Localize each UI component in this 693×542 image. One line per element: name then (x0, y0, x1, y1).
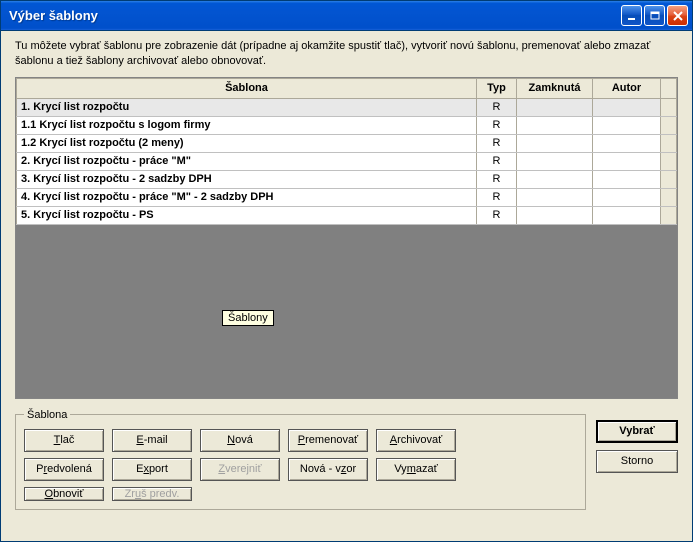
cell-zamknuta (517, 98, 593, 116)
cell-name[interactable]: 5. Krycí list rozpočtu - PS (17, 206, 477, 224)
cell-name[interactable]: 1. Krycí list rozpočtu (17, 98, 477, 116)
table-row[interactable]: 3. Krycí list rozpočtu - 2 sadzby DPHR (17, 170, 677, 188)
close-button[interactable] (667, 5, 688, 26)
window-title: Výber šablony (9, 8, 621, 23)
cell-autor (593, 206, 661, 224)
cell-scrollspace (661, 152, 677, 170)
premenovat-button[interactable]: Premenovať (288, 429, 368, 452)
col-header-zamknuta[interactable]: Zamknutá (517, 78, 593, 98)
description-text: Tu môžete vybrať šablonu pre zobrazenie … (15, 39, 678, 69)
tooltip: Šablony (222, 310, 274, 326)
scrollbar-head (661, 78, 677, 98)
dialog-window: Výber šablony Tu môžete vybrať šablonu p… (0, 0, 693, 542)
template-grid: Šablona Typ Zamknutá Autor 1. Krycí list… (15, 77, 678, 399)
group-legend: Šablona (24, 409, 70, 421)
archivovat-button[interactable]: Archivovať (376, 429, 456, 452)
vybrat-button[interactable]: Vybrať (596, 420, 678, 443)
cell-name[interactable]: 2. Krycí list rozpočtu - práce "M" (17, 152, 477, 170)
cell-scrollspace (661, 206, 677, 224)
cell-typ: R (477, 188, 517, 206)
cell-scrollspace (661, 134, 677, 152)
cell-typ: R (477, 206, 517, 224)
cell-typ: R (477, 152, 517, 170)
zverejnit-button: Zverejniť (200, 458, 280, 481)
cell-autor (593, 116, 661, 134)
cell-autor (593, 134, 661, 152)
col-header-typ[interactable]: Typ (477, 78, 517, 98)
sablona-group: Šablona Tlač E-mail Nová Premenovať Arch… (15, 409, 586, 510)
titlebar: Výber šablony (1, 1, 692, 31)
cell-zamknuta (517, 152, 593, 170)
bottom-area: Šablona Tlač E-mail Nová Premenovať Arch… (15, 409, 678, 510)
table-row[interactable]: 5. Krycí list rozpočtu - PSR (17, 206, 677, 224)
cell-scrollspace (661, 188, 677, 206)
predvolena-button[interactable]: Predvolená (24, 458, 104, 481)
maximize-button[interactable] (644, 5, 665, 26)
email-button[interactable]: E-mail (112, 429, 192, 452)
minimize-button[interactable] (621, 5, 642, 26)
nova-vzor-button[interactable]: Nová - vzor (288, 458, 368, 481)
zrus-predv-button: Zruš predv. (112, 487, 192, 501)
col-header-autor[interactable]: Autor (593, 78, 661, 98)
cell-scrollspace (661, 116, 677, 134)
cell-autor (593, 98, 661, 116)
cell-zamknuta (517, 134, 593, 152)
cell-name[interactable]: 4. Krycí list rozpočtu - práce "M" - 2 s… (17, 188, 477, 206)
cell-typ: R (477, 116, 517, 134)
cell-typ: R (477, 98, 517, 116)
obnovit-button[interactable]: Obnoviť (24, 487, 104, 501)
dialog-action-buttons: Vybrať Storno (596, 409, 678, 473)
storno-button[interactable]: Storno (596, 450, 678, 473)
cell-scrollspace (661, 98, 677, 116)
cell-zamknuta (517, 116, 593, 134)
table-row[interactable]: 4. Krycí list rozpočtu - práce "M" - 2 s… (17, 188, 677, 206)
vymazat-button[interactable]: Vymazať (376, 458, 456, 481)
tlac-button[interactable]: Tlač (24, 429, 104, 452)
cell-autor (593, 170, 661, 188)
table-row[interactable]: 2. Krycí list rozpočtu - práce "M"R (17, 152, 677, 170)
titlebar-buttons (621, 5, 688, 26)
cell-typ: R (477, 134, 517, 152)
cell-scrollspace (661, 170, 677, 188)
cell-typ: R (477, 170, 517, 188)
table-row[interactable]: 1.1 Krycí list rozpočtu s logom firmyR (17, 116, 677, 134)
cell-name[interactable]: 1.1 Krycí list rozpočtu s logom firmy (17, 116, 477, 134)
cell-zamknuta (517, 188, 593, 206)
table-header-row: Šablona Typ Zamknutá Autor (17, 78, 677, 98)
export-button[interactable]: Export (112, 458, 192, 481)
template-table: Šablona Typ Zamknutá Autor 1. Krycí list… (16, 78, 677, 225)
cell-name[interactable]: 3. Krycí list rozpočtu - 2 sadzby DPH (17, 170, 477, 188)
cell-name[interactable]: 1.2 Krycí list rozpočtu (2 meny) (17, 134, 477, 152)
content-area: Tu môžete vybrať šablonu pre zobrazenie … (1, 31, 692, 520)
cell-autor (593, 188, 661, 206)
nova-button[interactable]: Nová (200, 429, 280, 452)
cell-autor (593, 152, 661, 170)
cell-zamknuta (517, 170, 593, 188)
table-row[interactable]: 1. Krycí list rozpočtuR (17, 98, 677, 116)
cell-zamknuta (517, 206, 593, 224)
col-header-sablona[interactable]: Šablona (17, 78, 477, 98)
button-grid: Tlač E-mail Nová Premenovať Archivovať P… (24, 429, 577, 501)
table-row[interactable]: 1.2 Krycí list rozpočtu (2 meny)R (17, 134, 677, 152)
